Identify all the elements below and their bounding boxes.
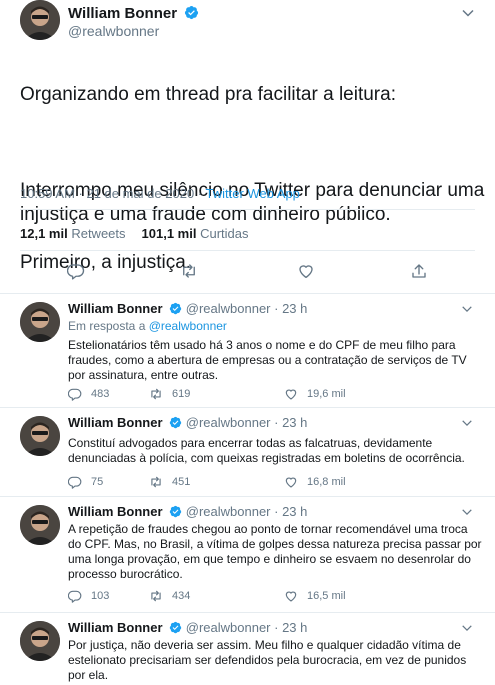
reply-icon[interactable] bbox=[67, 262, 85, 280]
author-handle[interactable]: @realwbonner bbox=[186, 415, 271, 430]
verified-icon bbox=[169, 416, 182, 429]
reply-count: 103 bbox=[91, 590, 110, 602]
tweet-actions bbox=[0, 262, 495, 282]
reply-header: William Bonner @realwbonner · 23 h bbox=[68, 620, 307, 635]
retweets-stat[interactable]: 12,1 mil Retweets bbox=[20, 226, 126, 241]
like-icon bbox=[285, 389, 297, 400]
retweet-action[interactable]: 451 bbox=[149, 474, 190, 490]
author-handle[interactable]: @realwbonner bbox=[68, 23, 159, 39]
reply-header: William Bonner @realwbonner · 23 h bbox=[68, 415, 307, 430]
likes-count: 101,1 mil bbox=[141, 226, 197, 241]
chevron-down-icon[interactable] bbox=[461, 417, 473, 429]
retweet-icon[interactable] bbox=[180, 262, 198, 280]
author-name[interactable]: William Bonner bbox=[68, 620, 163, 635]
reply-action[interactable]: 75 bbox=[68, 474, 103, 490]
retweet-count: 434 bbox=[172, 590, 191, 602]
reply-icon bbox=[68, 590, 82, 603]
reply-actions: 103 434 16,5 mil bbox=[68, 588, 468, 604]
reply-actions: 75 451 16,8 mil bbox=[68, 474, 468, 490]
reply-tweet[interactable]: William Bonner @realwbonner · 23 h Em re… bbox=[0, 294, 495, 408]
in-reply-to: Em resposta a @realwbonner bbox=[68, 319, 227, 333]
retweet-count: 451 bbox=[172, 476, 191, 488]
divider bbox=[20, 250, 475, 251]
author-name[interactable]: William Bonner bbox=[68, 301, 163, 316]
author-handle[interactable]: @realwbonner bbox=[186, 504, 271, 519]
reply-tweet[interactable]: William Bonner @realwbonner · 23 h Por j… bbox=[0, 613, 495, 685]
tweet-app-link[interactable]: Twitter Web App bbox=[206, 186, 300, 201]
chevron-down-icon[interactable] bbox=[461, 622, 473, 634]
retweet-action[interactable]: 434 bbox=[149, 588, 190, 604]
tweet-datetime[interactable]: 10:59 AM · 21 de mai de 2020 · bbox=[20, 186, 206, 201]
reply-text: A repetição de fraudes chegou ao ponto d… bbox=[68, 522, 482, 581]
reply-time[interactable]: · 23 h bbox=[274, 504, 307, 519]
reply-icon bbox=[68, 388, 82, 401]
verified-icon bbox=[169, 302, 182, 315]
in-reply-prefix: Em resposta a bbox=[68, 319, 149, 333]
chevron-down-icon[interactable] bbox=[461, 303, 473, 315]
like-icon bbox=[285, 591, 297, 602]
reply-time[interactable]: · 23 h bbox=[274, 415, 307, 430]
reply-text: Estelionatários têm usado há 3 anos o no… bbox=[68, 338, 467, 382]
author-name-text[interactable]: William Bonner bbox=[68, 5, 177, 22]
reply-tweet[interactable]: William Bonner @realwbonner · 23 h A rep… bbox=[0, 497, 495, 613]
author-handle[interactable]: @realwbonner bbox=[186, 620, 271, 635]
author-name[interactable]: William Bonner bbox=[68, 504, 163, 519]
avatar[interactable] bbox=[20, 505, 60, 545]
share-icon[interactable] bbox=[410, 262, 428, 280]
chevron-down-icon[interactable] bbox=[461, 506, 473, 518]
verified-icon bbox=[185, 5, 199, 20]
retweet-icon bbox=[151, 388, 161, 400]
author-name[interactable]: William Bonner bbox=[68, 415, 163, 430]
tweet-meta: 10:59 AM · 21 de mai de 2020 · Twitter W… bbox=[20, 186, 300, 201]
reply-text: Por justiça, não deveria ser assim. Meu … bbox=[68, 638, 467, 682]
like-action[interactable]: 16,8 mil bbox=[284, 474, 346, 490]
divider bbox=[20, 209, 475, 210]
like-icon bbox=[285, 477, 297, 488]
like-count: 16,8 mil bbox=[307, 476, 346, 488]
reply-icon bbox=[68, 476, 82, 489]
reply-header: William Bonner @realwbonner · 23 h bbox=[68, 301, 307, 316]
author-name[interactable]: William Bonner bbox=[68, 5, 199, 22]
like-action[interactable]: 19,6 mil bbox=[284, 386, 346, 402]
avatar[interactable] bbox=[20, 416, 60, 456]
verified-icon bbox=[169, 621, 182, 634]
retweet-count: 619 bbox=[172, 388, 191, 400]
reply-time[interactable]: · 23 h bbox=[274, 620, 307, 635]
likes-stat[interactable]: 101,1 mil Curtidas bbox=[142, 226, 249, 241]
reply-actions: 483 619 19,6 mil bbox=[68, 386, 468, 402]
reply-action[interactable]: 103 bbox=[68, 588, 109, 604]
reply-text: Constituí advogados para encerrar todas … bbox=[68, 436, 465, 465]
main-tweet: William Bonner @realwbonner Organizando … bbox=[0, 0, 495, 294]
reply-tweet[interactable]: William Bonner @realwbonner · 23 h Const… bbox=[0, 408, 495, 497]
likes-label: Curtidas bbox=[200, 226, 249, 241]
author-handle[interactable]: @realwbonner bbox=[186, 301, 271, 316]
tweet-stats: 12,1 mil Retweets 101,1 mil Curtidas bbox=[20, 226, 249, 241]
retweet-icon bbox=[151, 590, 161, 602]
retweet-action[interactable]: 619 bbox=[149, 386, 190, 402]
like-icon[interactable] bbox=[297, 262, 315, 280]
retweets-count: 12,1 mil bbox=[20, 226, 68, 241]
like-action[interactable]: 16,5 mil bbox=[284, 588, 346, 604]
avatar[interactable] bbox=[20, 302, 60, 342]
retweet-icon bbox=[151, 476, 161, 488]
tweet-text-line: Organizando em thread pra facilitar a le… bbox=[20, 84, 396, 105]
chevron-down-icon[interactable] bbox=[461, 6, 475, 20]
verified-icon bbox=[169, 505, 182, 518]
in-reply-handle-link[interactable]: @realwbonner bbox=[149, 319, 227, 333]
avatar[interactable] bbox=[20, 0, 60, 40]
retweets-label: Retweets bbox=[71, 226, 126, 241]
avatar[interactable] bbox=[20, 621, 60, 661]
reply-count: 75 bbox=[91, 476, 104, 488]
like-count: 19,6 mil bbox=[307, 388, 346, 400]
reply-count: 483 bbox=[91, 388, 110, 400]
reply-header: William Bonner @realwbonner · 23 h bbox=[68, 504, 307, 519]
reply-action[interactable]: 483 bbox=[68, 386, 109, 402]
reply-time[interactable]: · 23 h bbox=[274, 301, 307, 316]
like-count: 16,5 mil bbox=[307, 590, 346, 602]
